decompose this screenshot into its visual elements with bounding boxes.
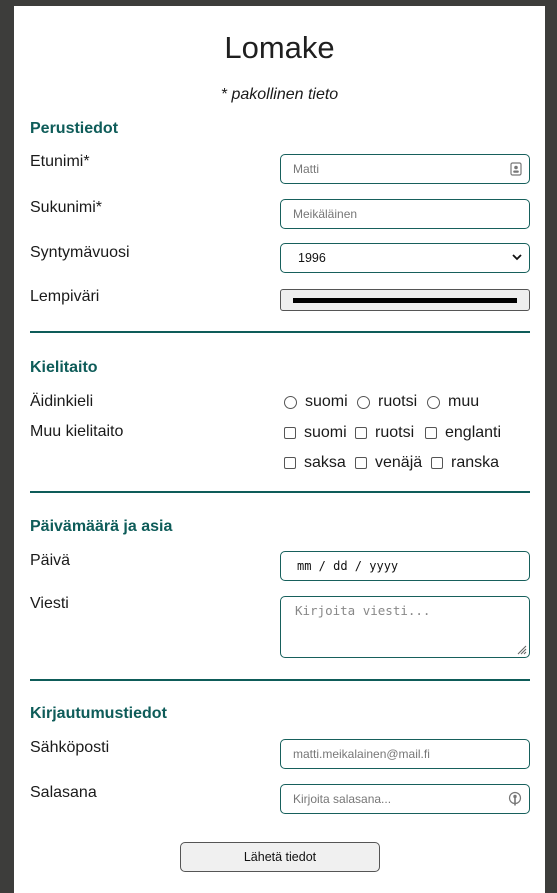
other-language-option-suomi[interactable]: suomi xyxy=(284,424,347,442)
radio-button[interactable] xyxy=(357,395,370,409)
other-language-option-ruotsi[interactable]: ruotsi xyxy=(355,424,414,442)
section-title-basic-info: Perustiedot xyxy=(30,120,119,137)
date-input[interactable]: mm / dd / yyyy xyxy=(280,551,530,581)
form-title: Lomake xyxy=(224,30,335,65)
native-language-option-muu[interactable]: muu xyxy=(427,393,479,411)
color-swatch xyxy=(293,298,517,303)
date-label: Päivä xyxy=(30,552,71,569)
email-placeholder: matti.meikalainen@mail.fi xyxy=(293,747,430,761)
last-name-input[interactable]: Meikäläinen xyxy=(280,199,530,229)
email-label: Sähköposti xyxy=(30,739,110,756)
form-card: Lomake * pakollinen tieto Perustiedot Et… xyxy=(14,6,545,893)
chevron-down-icon xyxy=(512,254,522,261)
section-divider xyxy=(30,331,530,333)
last-name-placeholder: Meikäläinen xyxy=(293,207,358,221)
section-title-languages: Kielitaito xyxy=(30,359,98,376)
section-title-login: Kirjautumustiedot xyxy=(30,705,167,722)
radio-button[interactable] xyxy=(427,395,440,409)
checkbox[interactable] xyxy=(284,457,296,469)
native-language-option-suomi[interactable]: suomi xyxy=(284,393,348,411)
first-name-label: Etunimi* xyxy=(30,153,90,170)
checkbox[interactable] xyxy=(284,427,296,439)
other-language-option-saksa[interactable]: saksa xyxy=(284,454,346,472)
password-input[interactable]: Kirjoita salasana... xyxy=(280,784,530,814)
other-language-option-venaja[interactable]: venäjä xyxy=(355,454,422,472)
password-label: Salasana xyxy=(30,784,97,801)
checkbox[interactable] xyxy=(355,427,367,439)
contact-card-icon[interactable] xyxy=(510,162,522,176)
message-textarea[interactable]: Kirjoita viesti... xyxy=(280,596,530,658)
checkbox[interactable] xyxy=(431,457,443,469)
favorite-color-picker[interactable] xyxy=(280,289,530,311)
other-language-option-englanti[interactable]: englanti xyxy=(425,424,501,442)
password-placeholder: Kirjoita salasana... xyxy=(293,792,392,806)
other-language-option-ranska[interactable]: ranska xyxy=(431,454,499,472)
first-name-input[interactable]: Matti xyxy=(280,154,530,184)
message-label: Viesti xyxy=(30,595,69,612)
last-name-label: Sukunimi* xyxy=(30,199,103,216)
other-languages-label: Muu kielitaito xyxy=(30,423,124,440)
native-language-option-ruotsi[interactable]: ruotsi xyxy=(357,393,417,411)
section-title-date-subject: Päivämäärä ja asia xyxy=(30,518,173,535)
birth-year-label: Syntymävuosi xyxy=(30,244,130,261)
birth-year-value: 1996 xyxy=(298,251,326,265)
date-placeholder: mm / dd / yyyy xyxy=(297,559,399,573)
section-divider xyxy=(30,679,530,681)
checkbox[interactable] xyxy=(425,427,437,439)
submit-button[interactable]: Lähetä tiedot xyxy=(180,842,380,872)
section-divider xyxy=(30,491,530,493)
birth-year-select[interactable]: 1996 xyxy=(280,243,530,273)
required-note: * pakollinen tieto xyxy=(220,86,339,103)
checkbox[interactable] xyxy=(355,457,367,469)
first-name-placeholder: Matti xyxy=(293,162,320,176)
key-icon[interactable] xyxy=(508,791,522,807)
favorite-color-label: Lempiväri xyxy=(30,288,100,305)
resize-handle-icon[interactable] xyxy=(515,643,527,655)
radio-button[interactable] xyxy=(284,395,297,409)
message-placeholder: Kirjoita viesti... xyxy=(295,603,431,618)
email-input[interactable]: matti.meikalainen@mail.fi xyxy=(280,739,530,769)
native-language-label: Äidinkieli xyxy=(30,393,94,410)
